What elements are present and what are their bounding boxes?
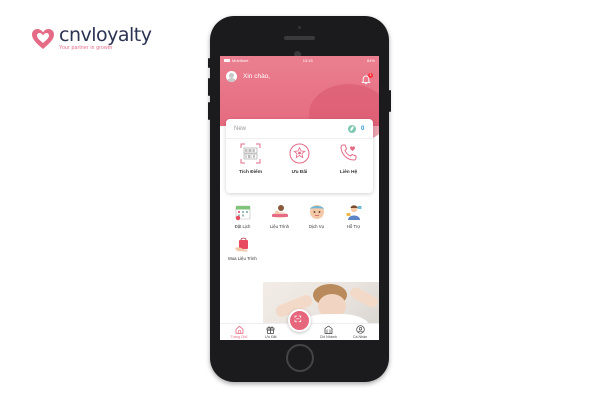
app-screen: Mobifone 13:15 84% Xin chào, 1 New 0 Tíc… <box>220 56 379 340</box>
qr-scan-icon <box>294 315 302 323</box>
action-tich-diem[interactable]: Tích Điểm <box>231 143 271 191</box>
branch-icon <box>324 325 333 334</box>
scan-fab-button[interactable] <box>288 309 311 332</box>
gift-icon <box>289 143 310 164</box>
promo-hand <box>348 285 379 310</box>
brand-logo: cnvloyalty Your partner in growth <box>31 26 152 51</box>
barcode-scan-icon <box>240 143 261 164</box>
home-button[interactable] <box>286 344 314 372</box>
home-icon <box>235 325 243 334</box>
page: cnvloyalty Your partner in growth Mobifo… <box>0 0 600 400</box>
notification-badge: 1 <box>368 73 373 78</box>
power-button <box>389 90 391 112</box>
nav-label: Chi Nhánh <box>319 335 337 339</box>
gift-icon <box>266 326 275 334</box>
clock: 13:15 <box>302 58 313 63</box>
app-header: Mobifone 13:15 84% Xin chào, 1 <box>220 56 379 144</box>
menu-label: Hỗ Trợ <box>346 224 361 229</box>
menu-item-ho-tro[interactable]: Hỗ Trợ <box>335 203 372 229</box>
points-icon <box>348 125 356 133</box>
support-icon <box>346 205 361 220</box>
menu-item-mua-lieu-trinh[interactable]: Mua Liệu Trình <box>224 235 261 261</box>
menu-label: Đặt Lịch <box>234 224 251 229</box>
spa-treatment-icon <box>271 205 288 218</box>
phone-heart-icon <box>340 144 357 161</box>
brand-tagline: Your partner in growth <box>59 45 113 51</box>
quick-menu: Đặt Lịch Liệu Trình Dịch Vụ Hỗ Trợ Mua L… <box>224 203 375 267</box>
volume-up-button <box>208 78 210 96</box>
menu-label: Liệu Trình <box>269 224 290 229</box>
nav-item-chi-nhanh[interactable]: Chi Nhánh <box>313 324 343 340</box>
nav-label: Trang Chủ <box>230 335 248 339</box>
points-value: 0 <box>361 125 365 132</box>
action-label: Liên Hệ <box>339 170 358 175</box>
action-label: Ưu Đãi <box>291 170 308 175</box>
carrier-label: Mobifone <box>232 58 249 63</box>
action-uu-dai[interactable]: Ưu Đãi <box>280 143 320 191</box>
heart-logo-icon <box>32 28 54 49</box>
greeting-text: Xin chào, <box>243 73 271 80</box>
sensor-dot <box>298 26 301 29</box>
phone-device: Mobifone 13:15 84% Xin chào, 1 New 0 Tíc… <box>208 16 391 382</box>
battery-label: 84% <box>366 58 375 63</box>
nav-item-home[interactable]: Trang Chủ <box>224 324 254 340</box>
menu-item-lieu-trinh[interactable]: Liệu Trình <box>261 203 298 229</box>
member-card: New 0 Tích Điểm Ưu Đãi Liên Hệ <box>226 119 373 193</box>
calendar-icon <box>235 205 250 221</box>
shopping-bag-icon <box>234 237 248 252</box>
menu-label: Dịch Vụ <box>308 224 325 229</box>
service-icon <box>309 205 324 219</box>
signal-icon <box>224 59 230 62</box>
brand-name: cnvloyalty <box>59 24 152 46</box>
action-label: Tích Điểm <box>239 170 262 175</box>
avatar[interactable] <box>226 71 237 82</box>
member-tier: New <box>234 126 247 132</box>
user-icon <box>355 325 365 334</box>
menu-item-dich-vu[interactable]: Dịch Vụ <box>298 203 335 229</box>
speaker-grille <box>284 36 315 40</box>
nav-label: Cá Nhân <box>352 335 368 339</box>
mute-switch <box>208 58 210 68</box>
nav-item-uu-dai[interactable]: Ưu Đãi <box>256 324 286 340</box>
nav-item-ca-nhan[interactable]: Cá Nhân <box>345 324 375 340</box>
menu-item-dat-lich[interactable]: Đặt Lịch <box>224 203 261 229</box>
volume-down-button <box>208 102 210 120</box>
status-bar: Mobifone 13:15 84% <box>220 56 379 65</box>
menu-label: Mua Liệu Trình <box>228 256 257 261</box>
nav-label: Ưu Đãi <box>265 335 277 339</box>
action-lien-he[interactable]: Liên Hệ <box>329 143 369 191</box>
